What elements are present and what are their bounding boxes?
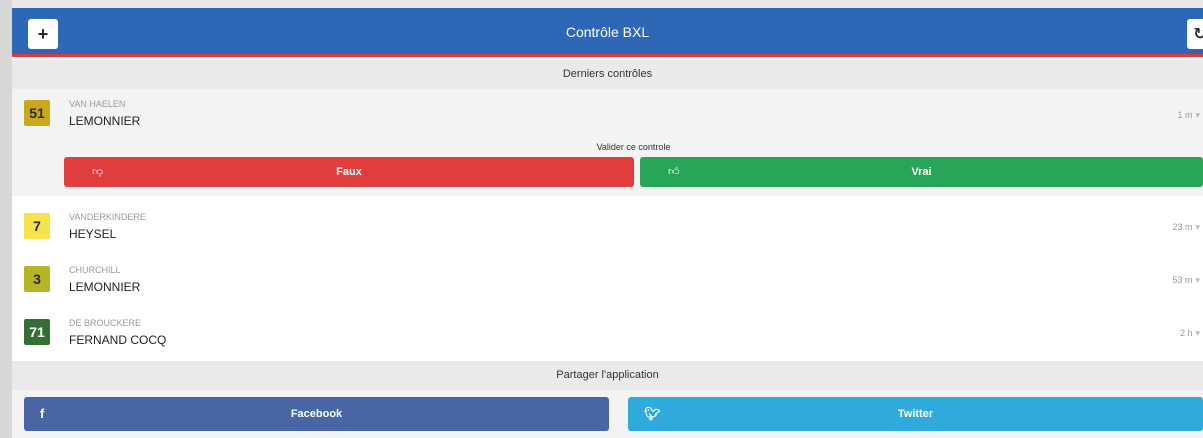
list-item[interactable]: 71 DE BROUCKERE FERNAND COCQ 2 h ▾ [12,308,1203,360]
recent-controls-heading: Derniers contrôles [12,60,1203,89]
true-button[interactable]: 👍︎ Vrai [640,157,1203,187]
list-item[interactable]: 3 CHURCHILL LEMONNIER 53 m ▾ [12,255,1203,305]
top-strip [12,0,1203,8]
time-label: 23 m [1172,222,1193,232]
chevron-down-icon: ▾ [1195,275,1200,285]
line-badge: 3 [24,266,50,292]
stop-from: CHURCHILL [69,265,121,275]
time-ago[interactable]: 23 m ▾ [1172,222,1200,233]
time-ago[interactable]: 1 m ▾ [1177,110,1200,121]
line-badge: 71 [24,319,50,345]
time-label: 2 h [1179,328,1193,338]
chevron-down-icon: ▾ [1195,222,1200,232]
list-item[interactable]: 51 VAN HAELEN LEMONNIER 1 m ▾ Valider ce … [12,89,1203,196]
thumbs-down-icon: 👎︎ [92,166,104,178]
page-title: Contrôle BXL [565,24,650,40]
stop-from: VAN HAELEN [69,99,126,109]
twitter-button[interactable]: 🐦︎ Twitter [628,397,1203,431]
validate-label: Valider ce controle [596,142,671,152]
false-button-label: Faux [336,166,362,178]
facebook-button[interactable]: f Facebook [24,397,609,431]
stop-to: LEMONNIER [69,114,141,128]
chevron-down-icon: ▾ [1195,328,1200,338]
header-bar: + Contrôle BXL ↻ [12,8,1203,57]
thumbs-up-icon: 👍︎ [668,166,680,178]
true-button-label: Vrai [911,166,932,178]
facebook-button-label: Facebook [290,408,343,420]
refresh-button[interactable]: ↻ [1187,19,1203,49]
app-container: + Contrôle BXL ↻ Derniers contrôles 51 V… [12,0,1203,438]
share-panel: f Facebook 🐦︎ Twitter [12,390,1203,438]
twitter-button-label: Twitter [897,408,934,420]
stop-from: DE BROUCKERE [69,318,142,328]
line-badge: 7 [24,213,50,239]
stop-from: VANDERKINDERE [69,212,146,222]
refresh-icon: ↻ [1193,26,1203,43]
time-ago[interactable]: 2 h ▾ [1180,328,1200,339]
stop-to: HEYSEL [69,227,117,241]
time-label: 1 m [1177,110,1193,120]
twitter-icon: 🐦︎ [644,406,661,421]
facebook-icon: f [40,406,45,421]
share-heading: Partager l'application [12,361,1203,390]
time-label: 53 m [1172,275,1193,285]
stop-to: FERNAND COCQ [69,333,167,347]
chevron-down-icon: ▾ [1195,110,1200,120]
time-ago[interactable]: 53 m ▾ [1172,275,1200,286]
stop-to: LEMONNIER [69,280,141,294]
list-item[interactable]: 7 VANDERKINDERE HEYSEL 23 m ▾ [12,202,1203,252]
false-button[interactable]: 👎︎ Faux [64,157,634,187]
line-badge: 51 [24,100,50,126]
